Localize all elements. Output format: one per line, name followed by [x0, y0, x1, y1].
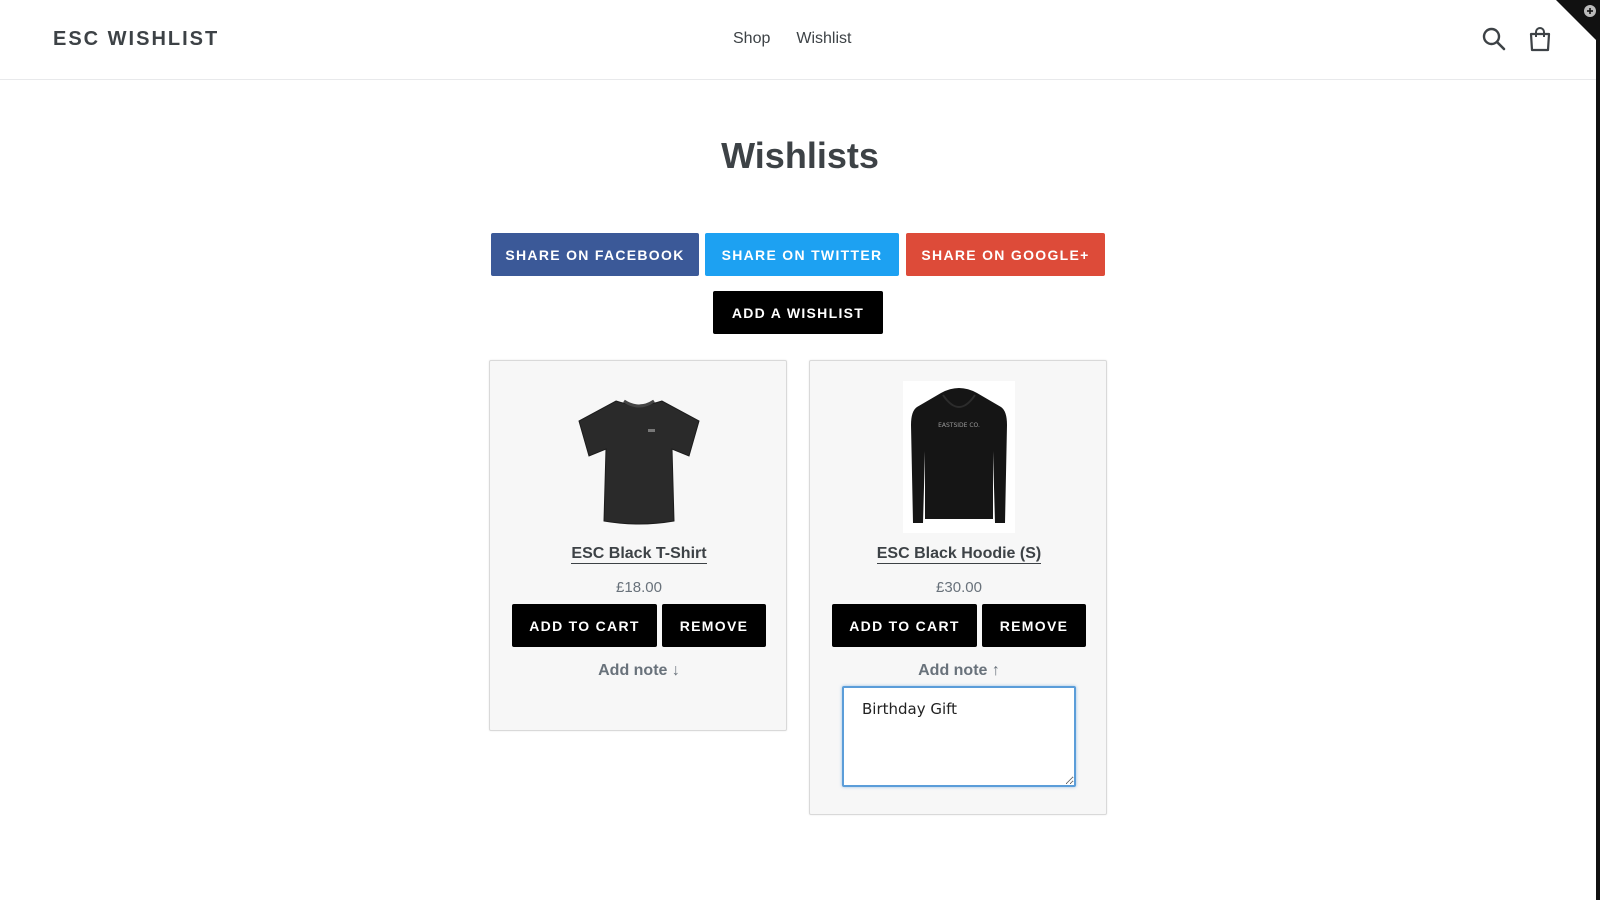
product-name[interactable]: ESC Black Hoodie (S) [810, 545, 1108, 564]
search-icon[interactable] [1481, 26, 1507, 52]
add-to-cart-button[interactable]: ADD TO CART [832, 604, 977, 647]
share-twitter-button[interactable]: SHARE ON TWITTER [705, 233, 899, 276]
remove-button[interactable]: REMOVE [982, 604, 1086, 647]
add-to-cart-button[interactable]: ADD TO CART [512, 604, 657, 647]
tshirt-icon[interactable] [490, 381, 788, 536]
product-price: £30.00 [936, 579, 982, 596]
share-google-button[interactable]: SHARE ON GOOGLE+ [906, 233, 1105, 276]
site-header: ESC WISHLIST Shop Wishlist [0, 0, 1600, 80]
site-logo[interactable]: ESC WISHLIST [53, 28, 219, 51]
hoodie-icon[interactable]: EASTSIDE CO. [810, 381, 1108, 536]
add-wishlist-button[interactable]: ADD A WISHLIST [713, 291, 883, 334]
cart-icon[interactable] [1527, 26, 1553, 52]
wishlist-item-card: EASTSIDE CO. ESC Black Hoodie (S) £30.00… [809, 360, 1107, 815]
add-note-toggle[interactable]: Add note ↑ [810, 662, 1108, 680]
product-name[interactable]: ESC Black T-Shirt [490, 545, 788, 564]
note-textarea[interactable]: Birthday Gift [842, 686, 1076, 787]
add-note-toggle[interactable]: Add note ↓ [490, 662, 788, 680]
wishlist-item-card: ESC Black T-Shirt £18.00 ADD TO CART REM… [489, 360, 787, 731]
page-title: Wishlists [721, 135, 879, 176]
main-nav: Shop Wishlist [733, 30, 851, 48]
hoodie-print-text: EASTSIDE CO. [938, 422, 980, 429]
remove-button[interactable]: REMOVE [662, 604, 766, 647]
share-facebook-button[interactable]: SHARE ON FACEBOOK [491, 233, 699, 276]
nav-wishlist[interactable]: Wishlist [796, 30, 851, 48]
corner-badge-icon[interactable] [1556, 0, 1600, 44]
nav-shop[interactable]: Shop [733, 30, 770, 48]
product-price: £18.00 [616, 579, 662, 596]
